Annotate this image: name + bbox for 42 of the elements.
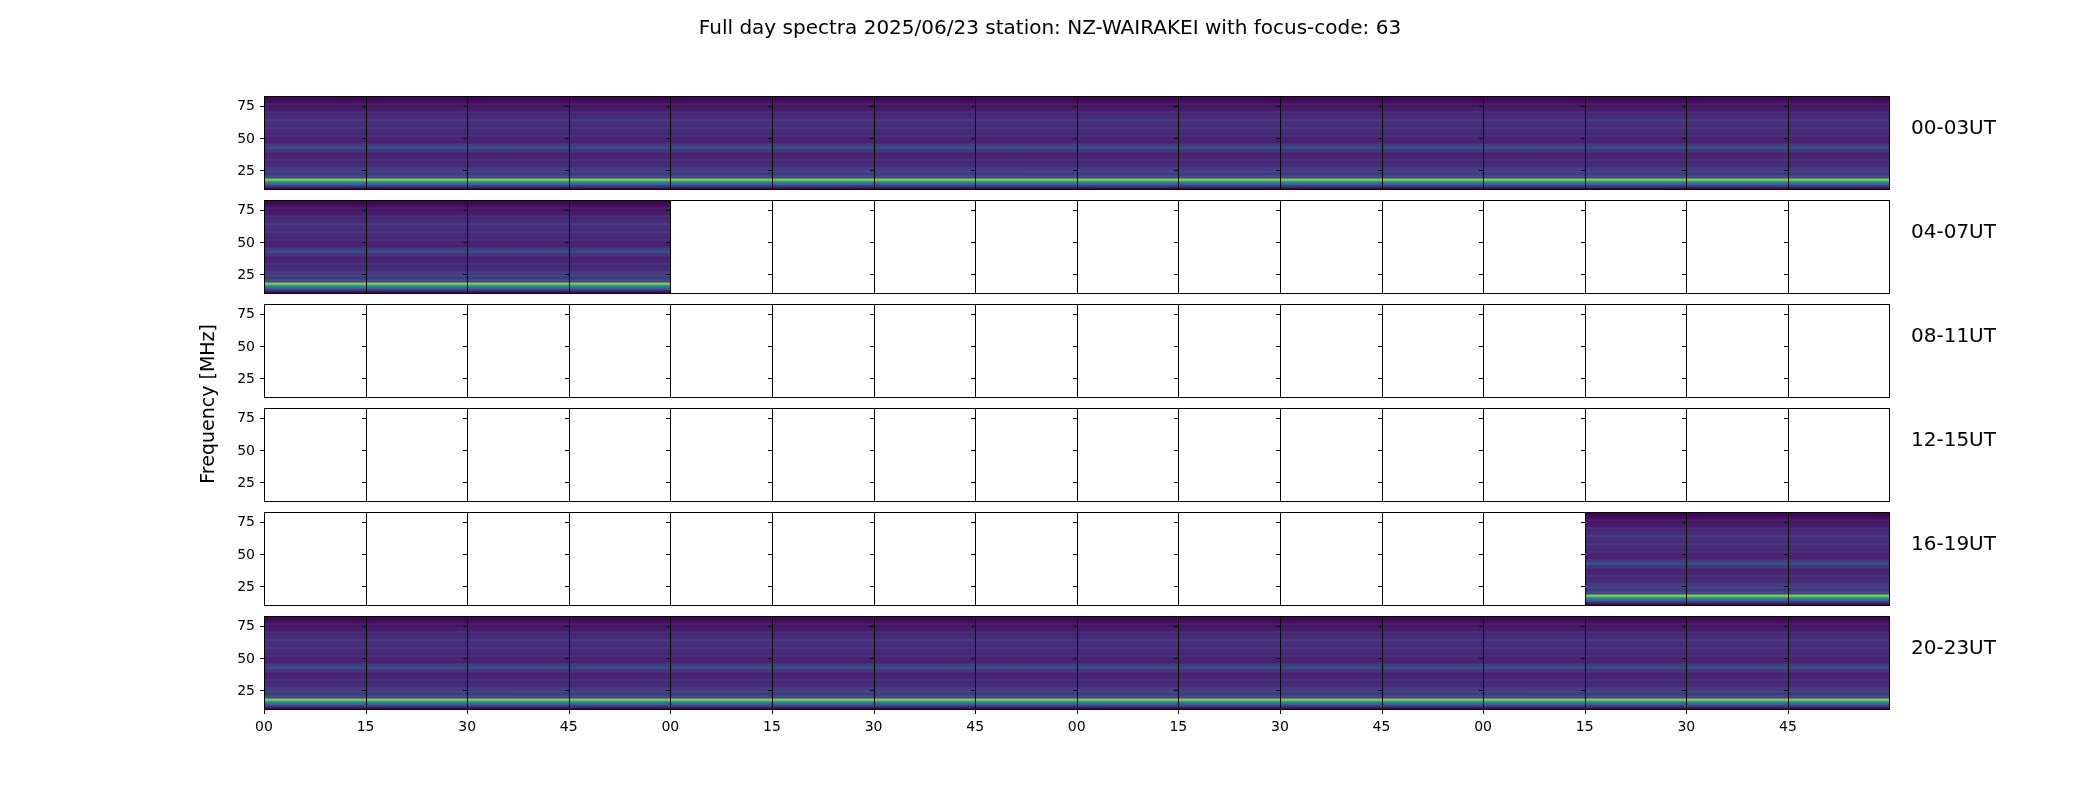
tick-label: 50 [237,129,255,146]
tick-label: 45 [966,718,985,734]
tick-label: 15 [763,718,781,734]
tick-label: 25 [237,266,255,283]
tick-label: 50 [237,337,255,354]
chart-title: Full day spectra 2025/06/23 station: NZ-WAIRAKEI with focus-code: 63 [697,14,1403,40]
tick-label: 30 [1677,718,1696,734]
row-label: 04-07UT [1911,218,1996,245]
tick-label: 30 [458,718,477,734]
tick-label: 00 [1474,718,1493,734]
tick-label: 50 [237,441,255,458]
tick-label: 30 [1271,718,1289,734]
tick-label: 75 [237,97,255,114]
row-label: 20-23UT [1911,634,1996,661]
tick-label: 15 [1575,718,1594,734]
row-label: 00-03UT [1911,114,1996,141]
tick-label: 50 [237,545,255,562]
tick-label: 00 [661,718,680,734]
tick-label: 45 [559,718,578,734]
tick-label: 45 [1372,718,1391,734]
row-label: 08-11UT [1911,322,1996,349]
tick-label: 25 [237,682,255,699]
tick-label: 15 [1169,718,1188,734]
axis-label: Frequency [MHz] [196,323,218,484]
tick-label: 25 [237,578,255,595]
row-label: 12-15UT [1911,426,1996,453]
tick-label: 25 [237,370,255,387]
tick-label: 00 [255,718,273,734]
tick-label: 50 [237,649,255,666]
tick-label: 75 [237,201,255,218]
tick-label: 75 [237,305,255,322]
tick-label: 25 [237,162,255,179]
tick-label: 30 [864,718,883,734]
tick-label: 75 [237,617,255,634]
tick-label: 00 [1067,718,1086,734]
tick-label: 50 [237,233,255,250]
tick-label: 15 [356,718,375,734]
tick-label: 25 [237,474,255,491]
tick-label: 45 [1779,718,1797,734]
tick-label: 75 [237,409,255,426]
tick-label: 75 [237,513,255,530]
row-label: 16-19UT [1911,530,1996,557]
